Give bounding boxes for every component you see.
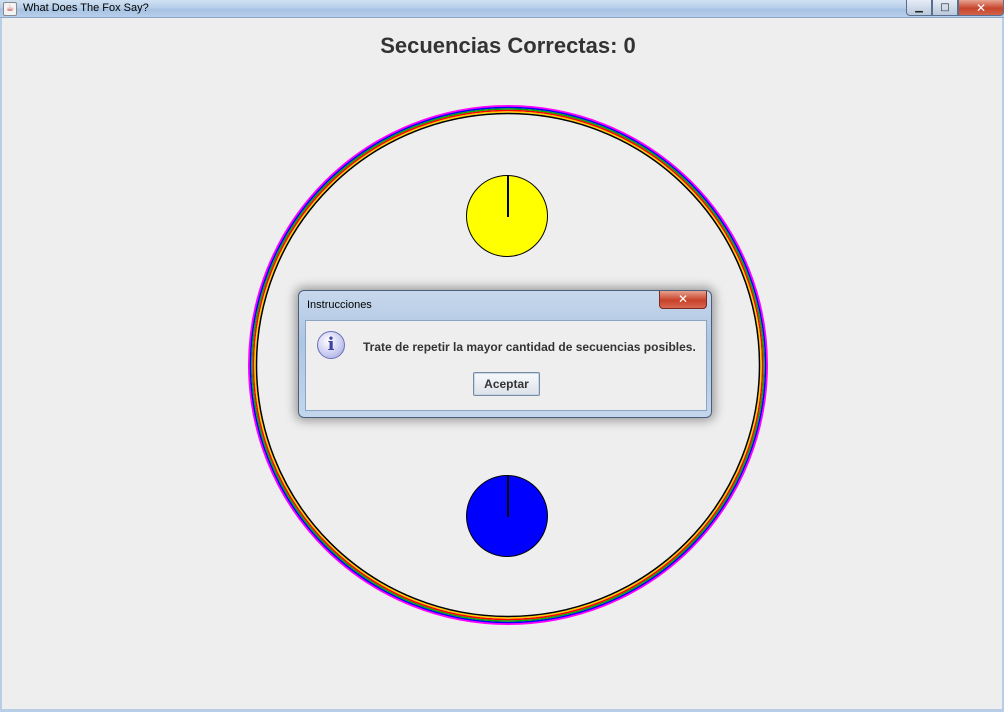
aceptar-button[interactable]: Aceptar bbox=[473, 372, 540, 396]
blue-light[interactable] bbox=[466, 475, 548, 557]
dialog-body: i Trate de repetir la mayor cantidad de … bbox=[305, 320, 707, 411]
yellow-light[interactable] bbox=[466, 175, 548, 257]
instructions-dialog: Instrucciones ✕ i Trate de repetir la ma… bbox=[298, 290, 712, 418]
yellow-light-hand bbox=[507, 176, 509, 217]
java-cup-icon[interactable]: ☕ bbox=[3, 2, 17, 16]
close-button[interactable]: ✕ bbox=[958, 0, 1004, 16]
window-title-bar[interactable]: ☕ What Does The Fox Say? ▁ □ ✕ bbox=[0, 0, 1004, 18]
minimize-button[interactable]: ▁ bbox=[906, 0, 932, 16]
info-icon: i bbox=[317, 331, 345, 359]
blue-light-hand bbox=[507, 476, 509, 517]
dialog-close-button[interactable]: ✕ bbox=[659, 291, 707, 309]
maximize-button[interactable]: □ bbox=[932, 0, 958, 16]
dialog-title: Instrucciones bbox=[307, 299, 372, 311]
window-controls: ▁ □ ✕ bbox=[906, 0, 1004, 16]
dialog-message: Trate de repetir la mayor cantidad de se… bbox=[363, 340, 696, 354]
window-title: What Does The Fox Say? bbox=[23, 2, 149, 14]
score-label: Secuencias Correctas: 0 bbox=[380, 33, 636, 58]
